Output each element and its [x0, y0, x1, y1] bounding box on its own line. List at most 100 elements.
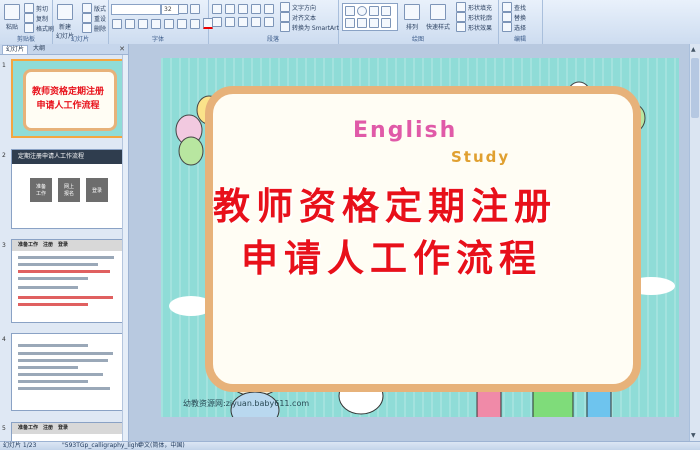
font-size-field[interactable]: 32	[161, 4, 179, 15]
text-line	[18, 366, 78, 369]
reset-icon	[82, 13, 92, 23]
text-line	[18, 277, 88, 280]
delete-button[interactable]: 删除	[82, 23, 106, 33]
grow-font-button[interactable]	[178, 4, 188, 14]
replace-icon	[502, 12, 512, 22]
scroll-up-icon[interactable]: ▲	[691, 46, 696, 53]
cut-button[interactable]: 剪切	[24, 3, 48, 13]
align-left-icon[interactable]	[212, 17, 222, 27]
replace-button[interactable]: 替换	[502, 12, 526, 22]
paste-button[interactable]: 粘贴	[4, 4, 20, 31]
align-center-icon[interactable]	[225, 17, 235, 27]
decrease-indent-icon[interactable]	[238, 4, 248, 14]
textbox-shape-icon[interactable]	[369, 18, 379, 28]
align-text-button[interactable]: 对齐文本	[280, 12, 316, 22]
clipboard-group: 粘贴 剪切 复制 格式刷 剪贴板	[0, 0, 54, 44]
arrange-button[interactable]: 排列	[404, 4, 420, 31]
shadow-icon[interactable]	[164, 18, 174, 29]
find-button[interactable]: 查找	[502, 2, 526, 12]
increase-indent-icon[interactable]	[251, 4, 261, 14]
shape-effects-button[interactable]: 形状效果	[456, 22, 492, 32]
slide-number: 4	[2, 336, 6, 343]
smartart-button[interactable]: 转换为 SmartArt	[280, 22, 339, 32]
close-pane-icon[interactable]: ✕	[119, 45, 125, 53]
study-word: Study	[451, 148, 511, 166]
smartart-icon	[280, 22, 290, 32]
scroll-down-icon[interactable]: ▼	[691, 432, 696, 439]
slide-title-line-1[interactable]: 教师资格定期注册	[213, 176, 557, 230]
tab-outline[interactable]: 大纲	[30, 45, 48, 53]
slide-thumbnail-1[interactable]: 教师资格定期注册 申请人工作流程	[11, 59, 125, 138]
strikethrough-icon[interactable]	[151, 18, 161, 29]
slide-thumbnail-2[interactable]: 定期注册申请人工作流程 准备 工作 网上 报名 登录	[11, 149, 123, 229]
thumb-header: 准备工作 注册 登录	[12, 423, 122, 434]
thumb-header: 定期注册申请人工作流程	[12, 150, 122, 164]
font-name-field[interactable]	[111, 4, 161, 15]
flow-box: 网上 报名	[58, 178, 80, 202]
text-line	[18, 344, 88, 347]
copy-button[interactable]: 复制	[24, 13, 48, 23]
brace-shape-icon[interactable]	[381, 18, 391, 28]
italic-icon[interactable]	[125, 18, 135, 29]
scissors-icon	[24, 3, 34, 13]
text-line	[18, 380, 88, 383]
slides-group: 新建 幻灯片 版式 重设 删除 幻灯片	[52, 0, 109, 44]
case-icon[interactable]	[190, 18, 200, 29]
align-right-icon[interactable]	[238, 17, 248, 27]
layout-button[interactable]: 版式	[82, 3, 106, 13]
tab-slides[interactable]: 幻灯片	[2, 45, 29, 54]
slide-title-line-2[interactable]: 申请人工作流程	[241, 228, 542, 282]
triangle-shape-icon[interactable]	[345, 18, 355, 28]
star-shape-icon[interactable]	[357, 18, 367, 28]
slide-thumbnail-3[interactable]: 准备工作 注册 登录	[11, 239, 123, 323]
align-text-icon	[280, 12, 290, 22]
underline-icon[interactable]	[138, 18, 148, 29]
editor-scrollbar[interactable]: ▲ ▼	[689, 44, 700, 441]
quick-styles-button[interactable]: 快速样式	[426, 4, 450, 31]
drawing-group: 排列 快速样式 形状填充 形状轮廓 形状效果 绘图	[338, 0, 499, 44]
pane-scrollbar[interactable]	[122, 55, 128, 441]
line-shape-icon[interactable]	[369, 6, 379, 16]
shape-fill-button[interactable]: 形状填充	[456, 2, 492, 12]
binoculars-icon	[502, 2, 512, 12]
justify-icon[interactable]	[251, 17, 261, 27]
arrow-shape-icon[interactable]	[381, 6, 391, 16]
slide-canvas[interactable]: A B C English Study 教师资格定期注册 申请人工作流程	[161, 58, 679, 417]
shape-outline-button[interactable]: 形状轮廓	[456, 12, 492, 22]
text-line	[18, 352, 113, 355]
slide-thumbnail-5[interactable]: 准备工作 注册 登录	[11, 422, 123, 443]
english-word: English	[353, 118, 458, 143]
text-line	[18, 270, 110, 273]
text-line	[18, 359, 108, 362]
oval-shape-icon[interactable]	[357, 6, 367, 16]
text-direction-button[interactable]: 文字方向	[280, 2, 316, 12]
flow-box: 登录	[86, 178, 108, 202]
line-spacing-icon[interactable]	[264, 4, 274, 14]
slide-thumbnail-4[interactable]	[11, 333, 123, 411]
select-button[interactable]: 选择	[502, 22, 526, 32]
group-label-paragraph: 段落	[266, 36, 279, 43]
shapes-gallery[interactable]	[342, 3, 398, 31]
spacing-icon[interactable]	[177, 18, 187, 29]
scroll-thumb[interactable]	[691, 58, 699, 118]
rectangle-shape-icon[interactable]	[345, 6, 355, 16]
text-direction-icon	[280, 2, 290, 12]
bullets-icon[interactable]	[212, 4, 222, 14]
paragraph-row-2	[212, 17, 274, 27]
cursor-icon	[502, 22, 512, 32]
shrink-font-icon	[190, 4, 200, 14]
bold-icon[interactable]	[112, 18, 122, 29]
effects-icon	[456, 22, 466, 32]
editing-group: 查找 替换 选择 编辑	[498, 0, 543, 44]
group-label-font: 字体	[151, 36, 164, 43]
columns-icon[interactable]	[264, 17, 274, 27]
text-line	[18, 373, 103, 376]
quick-styles-icon	[430, 4, 446, 20]
format-painter-button[interactable]: 格式刷	[24, 23, 54, 33]
shrink-font-button[interactable]	[190, 4, 200, 14]
reset-button[interactable]: 重设	[82, 13, 106, 23]
slide-number: 3	[2, 242, 6, 249]
numbering-icon[interactable]	[225, 4, 235, 14]
thumb-title-1: 教师资格定期注册	[31, 87, 104, 97]
text-line	[18, 296, 113, 299]
